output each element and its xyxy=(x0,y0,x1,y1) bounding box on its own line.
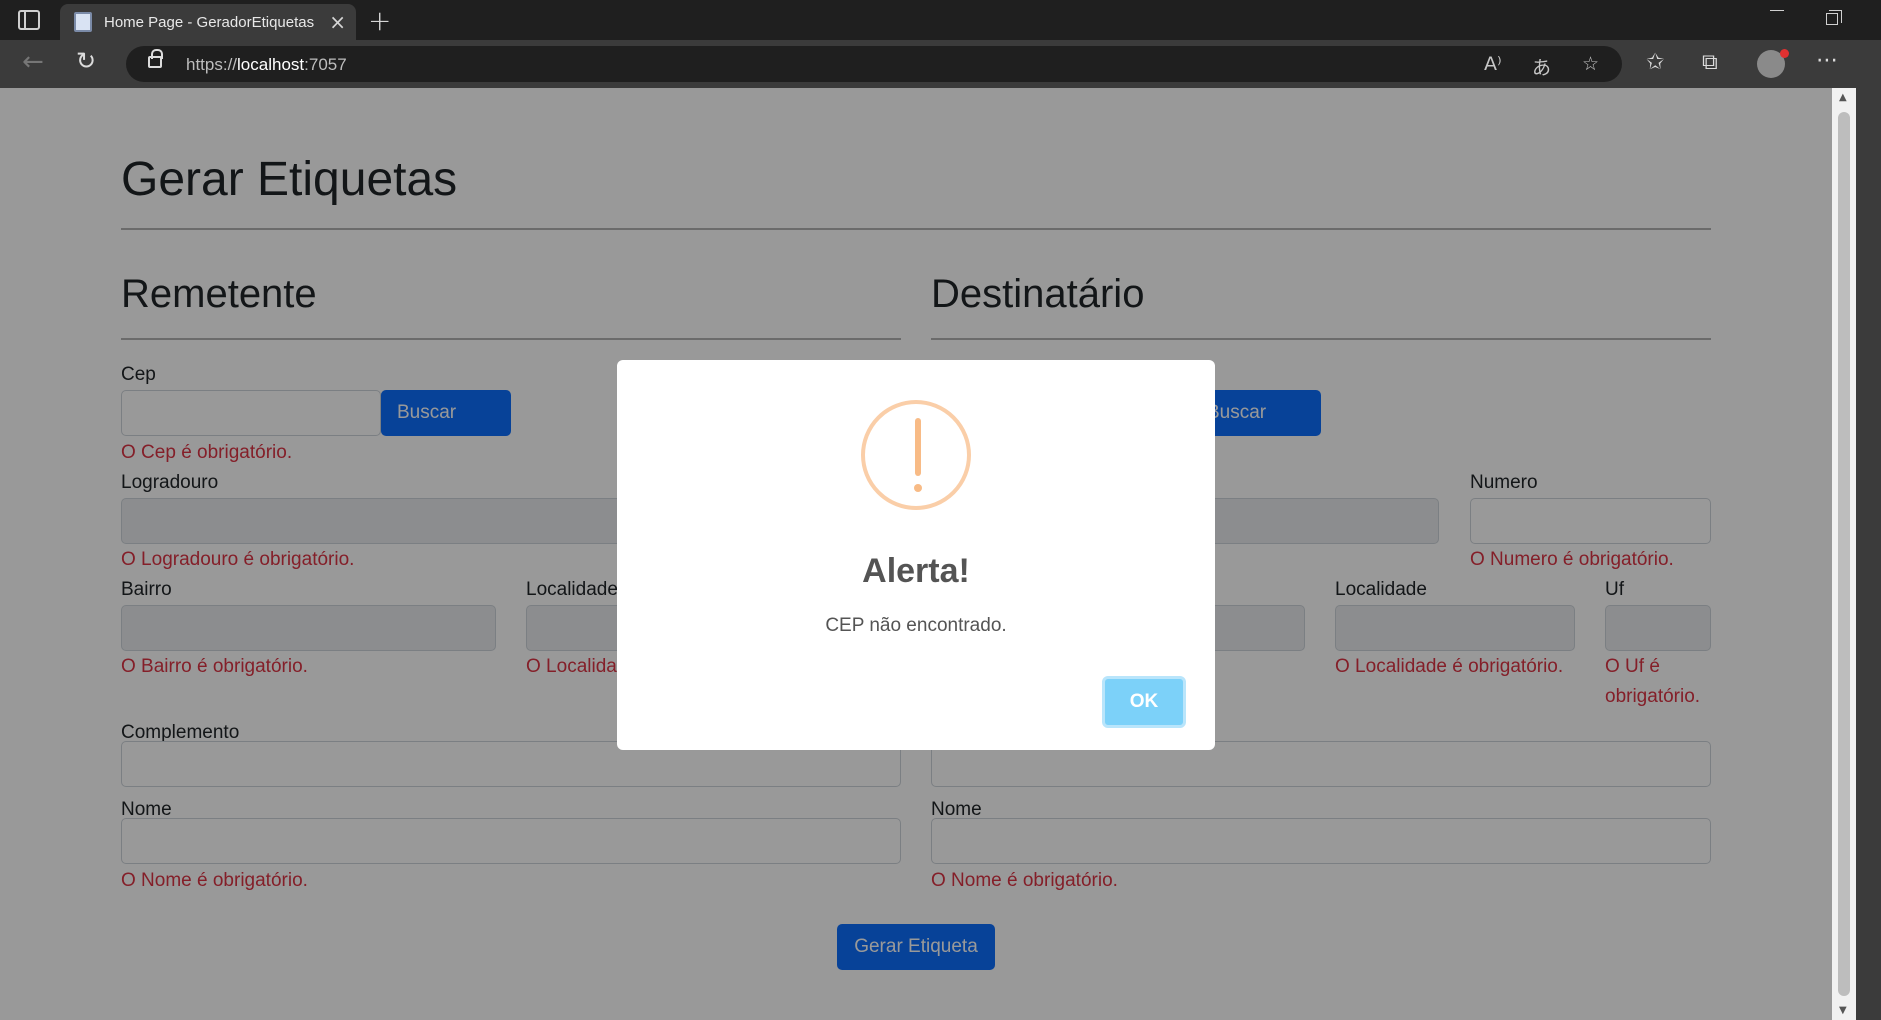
more-icon[interactable]: ⋯ xyxy=(1816,48,1838,73)
browser-toolbar: ← ↻ https://localhost:7057 A⁾ あ ☆ xyxy=(0,40,1881,88)
scroll-down-icon[interactable]: ▼ xyxy=(1839,1005,1847,1016)
page-scrollbar[interactable]: ▲ ▼ xyxy=(1832,88,1856,1020)
page-icon xyxy=(74,12,92,32)
plus-icon[interactable]: + xyxy=(368,4,391,37)
tab-home-page[interactable]: Home Page - GeradorEtiquetas × xyxy=(60,4,356,40)
tab-bar: Home Page - GeradorEtiquetas × + xyxy=(0,0,1881,40)
close-icon[interactable]: × xyxy=(329,10,346,34)
edge-sidebar xyxy=(1856,40,1881,1020)
modal-title: Alerta! xyxy=(862,552,970,590)
sidebar-toggle-icon[interactable] xyxy=(18,10,40,30)
url-text[interactable]: https://localhost:7057 xyxy=(186,55,347,75)
minimize-icon[interactable] xyxy=(1770,10,1784,11)
page-viewport: Gerar Etiquetas Remetente Cep Buscar CEP… xyxy=(0,88,1832,1020)
restore-icon[interactable] xyxy=(1826,10,1842,25)
translate-icon[interactable]: あ xyxy=(1532,53,1551,80)
scroll-up-icon[interactable]: ▲ xyxy=(1839,92,1847,103)
star-icon[interactable]: ☆ xyxy=(1582,53,1599,75)
notification-dot xyxy=(1780,49,1789,58)
collections-icon[interactable]: ⧉ xyxy=(1702,50,1718,75)
reload-icon[interactable]: ↻ xyxy=(76,47,96,75)
favorites-icon[interactable]: ✩ xyxy=(1646,50,1664,75)
ok-button[interactable]: OK xyxy=(1102,676,1186,728)
warning-icon xyxy=(861,400,971,510)
back-arrow-icon[interactable]: ← xyxy=(22,47,44,77)
modal-message: CEP não encontrado. xyxy=(825,615,1007,636)
alert-modal: Alerta! CEP não encontrado. OK xyxy=(617,360,1215,750)
read-aloud-icon[interactable]: A⁾ xyxy=(1484,53,1502,75)
lock-icon[interactable] xyxy=(148,49,163,68)
address-bar[interactable]: https://localhost:7057 A⁾ あ ☆ xyxy=(126,46,1622,82)
scroll-thumb[interactable] xyxy=(1838,112,1850,996)
tab-title: Home Page - GeradorEtiquetas xyxy=(104,14,315,31)
